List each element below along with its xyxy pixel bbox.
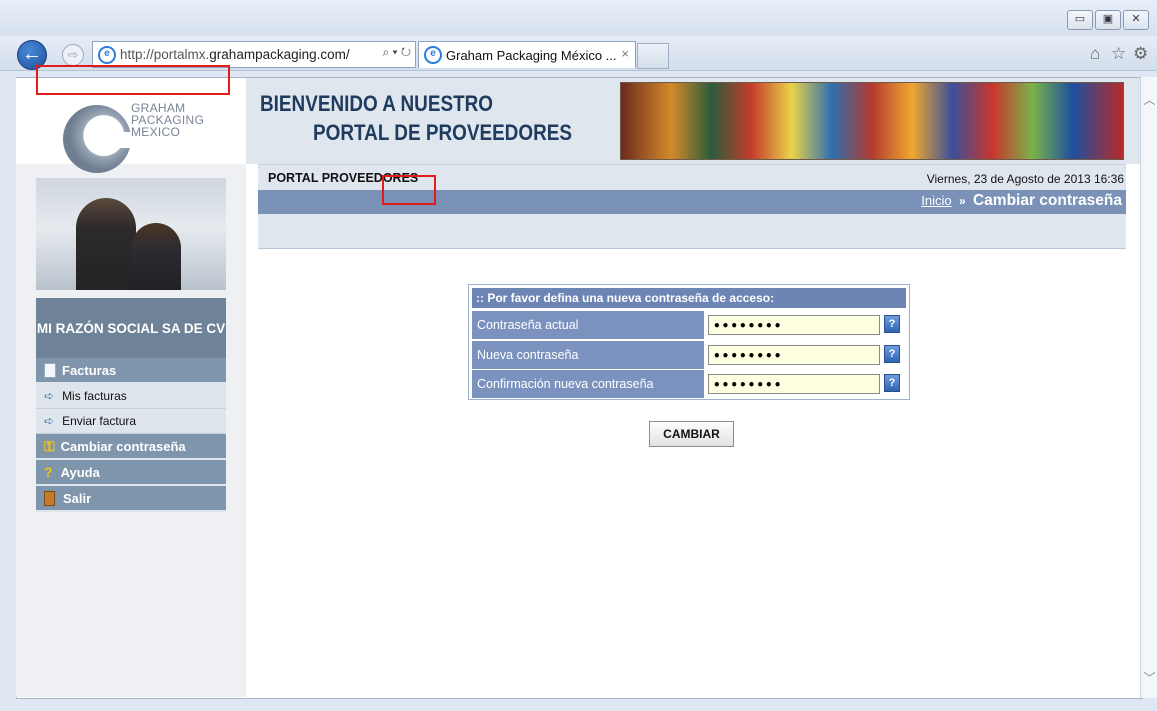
form-row-new-password: Nueva contraseña •••••••• ? bbox=[472, 341, 906, 370]
tab-close-icon[interactable]: × bbox=[621, 46, 629, 61]
exit-door-icon bbox=[44, 490, 55, 506]
logo-area: GRAHAM PACKAGING MEXICO bbox=[16, 78, 246, 173]
sidebar-menu: Facturas ➪ Mis facturas ➪ Enviar factura… bbox=[36, 358, 226, 512]
scroll-up-icon[interactable]: ︿ bbox=[1143, 91, 1156, 108]
maximize-button[interactable]: ▣ bbox=[1095, 10, 1121, 30]
sub-header-bar bbox=[258, 214, 1126, 249]
current-password-input[interactable]: •••••••• bbox=[708, 315, 880, 335]
back-button[interactable]: ← bbox=[17, 40, 47, 70]
sidebar-item-cambiar-contrasena[interactable]: ⚿ Cambiar contraseña bbox=[36, 434, 226, 460]
graham-logo-icon bbox=[63, 105, 131, 173]
breadcrumb-home-link[interactable]: Inicio bbox=[921, 193, 951, 208]
browser-tab[interactable]: e Graham Packaging México ... × bbox=[418, 41, 636, 68]
tab-ie-icon: e bbox=[424, 46, 442, 64]
ie-icon: e bbox=[98, 45, 116, 64]
logo-line-3: MEXICO bbox=[131, 125, 181, 139]
forward-button[interactable]: ⇨ bbox=[62, 44, 84, 66]
change-password-form: :: Por favor defina una nueva contraseña… bbox=[468, 284, 910, 400]
document-icon bbox=[44, 362, 56, 378]
help-icon[interactable]: ? bbox=[884, 345, 900, 363]
breadcrumb: Inicio » Cambiar contraseña bbox=[258, 190, 1126, 214]
logo-text: GRAHAM PACKAGING MEXICO bbox=[131, 102, 204, 138]
sidebar-item-label: Facturas bbox=[62, 362, 117, 378]
minimize-button[interactable]: ▭ bbox=[1067, 10, 1093, 30]
arrow-icon: ➪ bbox=[44, 414, 55, 428]
search-refresh-icons[interactable]: ⌕ ▾ ↻ bbox=[379, 45, 411, 60]
window-titlebar: ▭ ▣ ✕ bbox=[0, 0, 1157, 36]
help-icon[interactable]: ? bbox=[884, 315, 900, 333]
scroll-down-icon[interactable]: ﹀ bbox=[1143, 669, 1156, 686]
current-date: Viernes, 23 de Agosto de 2013 16:36 bbox=[926, 172, 1124, 186]
sidebar-item-ayuda[interactable]: ? Ayuda bbox=[36, 460, 226, 486]
confirm-password-input[interactable]: •••••••• bbox=[708, 374, 880, 394]
sidebar-item-label: Ayuda bbox=[60, 464, 100, 480]
form-row-confirm-password: Confirmación nueva contraseña •••••••• ? bbox=[472, 370, 906, 399]
new-password-input[interactable]: •••••••• bbox=[708, 345, 880, 365]
question-icon: ? bbox=[44, 464, 53, 480]
users-key-icon: ⚿ bbox=[44, 437, 55, 454]
breadcrumb-separator: » bbox=[958, 194, 966, 208]
sidebar-item-label: Cambiar contraseña bbox=[60, 438, 186, 454]
page-header: BIENVENIDO A NUESTRO PORTAL DE PROVEEDOR… bbox=[246, 78, 1140, 164]
address-bar[interactable]: e http://portalmx. grahampackaging.com/ ⌕… bbox=[92, 41, 416, 68]
products-banner-image bbox=[620, 82, 1124, 160]
close-window-button[interactable]: ✕ bbox=[1123, 10, 1149, 30]
welcome-title-line-2: PORTAL DE PROVEEDORES bbox=[313, 120, 572, 145]
sidebar-item-salir[interactable]: Salir bbox=[36, 486, 226, 512]
woman-figure bbox=[131, 223, 181, 290]
sidebar-item-mis-facturas[interactable]: ➪ Mis facturas bbox=[36, 384, 226, 409]
home-icon[interactable]: ⌂ bbox=[1090, 44, 1100, 64]
forward-arrow-icon: ⇨ bbox=[67, 47, 79, 62]
sidebar-item-facturas[interactable]: Facturas bbox=[36, 358, 226, 384]
field-label: Nueva contraseña bbox=[472, 341, 704, 369]
portal-label: PORTAL PROVEEDORES bbox=[268, 171, 419, 185]
man-figure bbox=[76, 198, 136, 290]
cambiar-button[interactable]: CAMBIAR bbox=[649, 421, 734, 447]
url-prefix: http://portalmx. bbox=[120, 47, 210, 62]
top-info-bar: PORTAL PROVEEDORES Viernes, 23 de Agosto… bbox=[258, 164, 1126, 191]
sidebar-item-enviar-factura[interactable]: ➪ Enviar factura bbox=[36, 409, 226, 434]
url-domain: grahampackaging.com/ bbox=[209, 47, 350, 62]
field-label: Contraseña actual bbox=[472, 311, 704, 339]
back-arrow-icon: ← bbox=[22, 43, 42, 65]
form-heading: :: Por favor defina una nueva contraseña… bbox=[472, 288, 906, 308]
sidebar-item-label: Mis facturas bbox=[62, 389, 127, 403]
left-column: GRAHAM PACKAGING MEXICO MI RAZÓN SOCIAL … bbox=[16, 78, 246, 697]
arrow-icon: ➪ bbox=[44, 389, 55, 403]
help-icon[interactable]: ? bbox=[884, 374, 900, 392]
welcome-title-line-1: BIENVENIDO A NUESTRO bbox=[260, 91, 494, 116]
sidebar-item-label: Salir bbox=[63, 490, 92, 506]
breadcrumb-current: Cambiar contraseña bbox=[972, 192, 1122, 209]
company-name: MI RAZÓN SOCIAL SA DE CV bbox=[36, 298, 226, 358]
vertical-scrollbar[interactable]: ︿ ﹀ bbox=[1140, 77, 1157, 698]
browser-toolbar: ← ⇨ e http://portalmx. grahampackaging.co… bbox=[0, 36, 1157, 71]
new-tab-button[interactable] bbox=[637, 43, 669, 69]
business-people-photo bbox=[36, 178, 226, 290]
form-row-current-password: Contraseña actual •••••••• ? bbox=[472, 311, 906, 340]
tab-title: Graham Packaging México ... bbox=[446, 47, 617, 63]
sidebar-item-label: Enviar factura bbox=[62, 414, 137, 428]
settings-gear-icon[interactable]: ⚙ bbox=[1133, 44, 1148, 64]
field-label: Confirmación nueva contraseña bbox=[472, 370, 704, 398]
favorites-star-icon[interactable]: ☆ bbox=[1111, 44, 1126, 64]
